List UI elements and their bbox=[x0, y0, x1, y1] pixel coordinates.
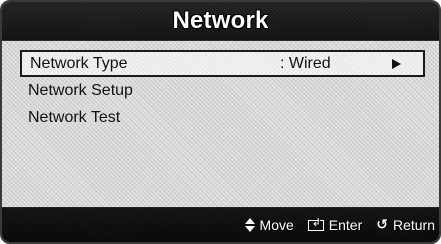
network-menu-panel: Network Network Type : Wired Network Set… bbox=[0, 0, 441, 244]
return-hint-label: Return bbox=[392, 217, 435, 233]
menu-item-label: Network Type bbox=[30, 54, 128, 72]
page-title: Network bbox=[172, 7, 269, 34]
menu-item-network-test[interactable]: Network Test bbox=[20, 104, 425, 131]
return-icon: ↺ bbox=[376, 217, 388, 233]
enter-hint: Enter bbox=[307, 216, 363, 233]
move-hint-label: Move bbox=[259, 217, 294, 233]
move-hint: Move bbox=[244, 217, 294, 233]
up-down-arrows-icon bbox=[244, 218, 255, 232]
menu-item-label: Network Setup bbox=[28, 81, 133, 99]
footer-hint-bar: Move Enter ↺ Return bbox=[2, 207, 439, 242]
enter-icon bbox=[307, 216, 324, 231]
network-menu-list: Network Type : Wired Network Setup Netwo… bbox=[20, 50, 425, 131]
return-hint: ↺ Return bbox=[376, 217, 435, 233]
menu-item-label: Network Test bbox=[28, 108, 121, 126]
menu-item-network-setup[interactable]: Network Setup bbox=[20, 77, 425, 104]
title-bar: Network bbox=[2, 2, 439, 41]
key-hints: Move Enter ↺ Return bbox=[244, 208, 435, 242]
submenu-arrow-icon bbox=[392, 58, 401, 69]
menu-item-network-type[interactable]: Network Type : Wired bbox=[20, 50, 425, 77]
network-type-value: : Wired bbox=[280, 54, 331, 72]
enter-hint-label: Enter bbox=[328, 217, 363, 233]
